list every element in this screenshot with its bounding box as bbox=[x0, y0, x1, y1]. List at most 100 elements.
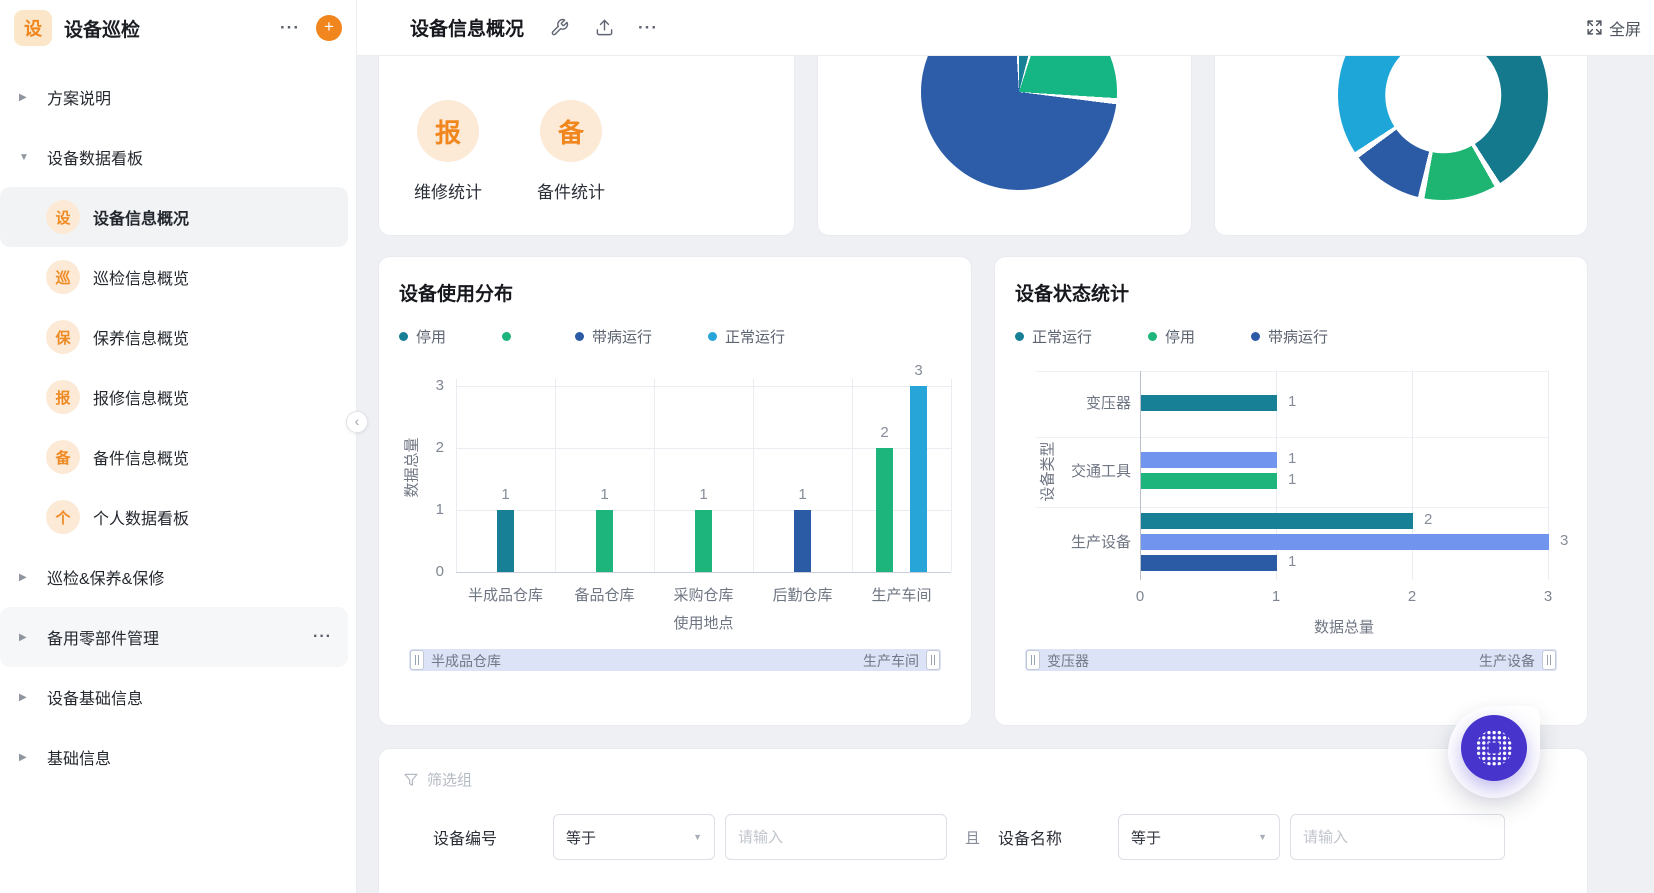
legend-label: 停用 bbox=[416, 329, 447, 346]
grid-line bbox=[753, 379, 754, 572]
sidebar-item-spare-parts-management[interactable]: ▶ 备用零部件管理 ··· bbox=[0, 607, 348, 667]
y-category-label: 交通工具 bbox=[1070, 462, 1131, 480]
sidebar-header: 设 设备巡检 ··· + bbox=[0, 0, 356, 56]
filter-condition-row: 设备编号 等于 ▼ 且 设备名称 等于 ▼ bbox=[403, 814, 1563, 860]
device-name-input[interactable] bbox=[1290, 814, 1506, 860]
device-code-input[interactable] bbox=[725, 814, 948, 860]
datazoom-handle-right[interactable] bbox=[1542, 650, 1556, 670]
spare-stats-shortcut[interactable]: 备 备件统计 bbox=[529, 100, 613, 203]
grid-line bbox=[951, 379, 952, 572]
slider-start-label: 变压器 bbox=[1047, 653, 1089, 669]
sidebar-item-device-info-overview[interactable]: 设 设备信息概况 bbox=[0, 187, 348, 247]
bar[interactable] bbox=[1141, 533, 1549, 550]
y-category-label: 变压器 bbox=[1085, 395, 1131, 412]
filter-group-card: 筛选组 设备编号 等于 ▼ 且 设备名称 等于 ▼ bbox=[378, 748, 1588, 893]
grid-line bbox=[456, 379, 457, 572]
legend-item[interactable]: 停用 bbox=[1148, 326, 1195, 347]
bar[interactable] bbox=[1141, 452, 1277, 468]
bar[interactable] bbox=[1141, 512, 1413, 529]
sidebar-item-scheme-description[interactable]: ▶ 方案说明 bbox=[0, 67, 356, 127]
spare-stat-icon: 备 bbox=[540, 100, 602, 162]
datazoom-handle-right[interactable] bbox=[926, 650, 940, 670]
bar[interactable] bbox=[794, 510, 811, 572]
bar[interactable] bbox=[876, 448, 893, 572]
page-header: 设备信息概况 ··· 全屏 bbox=[357, 0, 1654, 56]
funnel-icon bbox=[404, 773, 418, 786]
sidebar-item-label: 保养信息概览 bbox=[93, 331, 190, 348]
y-axis-title: 设备类型 bbox=[1039, 441, 1057, 502]
sidebar-item-repair-info[interactable]: 报 报修信息概览 bbox=[0, 367, 356, 427]
workspace-logo-icon: 设 bbox=[14, 10, 52, 46]
assistant-fab-button[interactable] bbox=[1461, 715, 1527, 781]
legend-item[interactable]: 停用 bbox=[399, 326, 446, 347]
dotted-ring-center bbox=[1488, 742, 1500, 754]
x-tick-label: 3 bbox=[1543, 588, 1553, 605]
sidebar-item-base-info[interactable]: ▶ 基础信息 bbox=[0, 727, 356, 787]
selected-operator: 等于 bbox=[1131, 829, 1162, 847]
selected-operator: 等于 bbox=[566, 829, 597, 847]
bar[interactable] bbox=[1141, 473, 1277, 489]
header-more-button[interactable]: ··· bbox=[638, 18, 658, 38]
usage-datazoom-slider[interactable]: 半成品仓库 生产车间 bbox=[409, 649, 941, 671]
legend-item[interactable]: 带病运行 bbox=[575, 326, 652, 347]
legend-item[interactable]: 正常运行 bbox=[1015, 326, 1092, 347]
bar[interactable] bbox=[1141, 395, 1277, 411]
repair-stats-shortcut[interactable]: 报 维修统计 bbox=[406, 100, 490, 203]
legend-item[interactable]: 带病运行 bbox=[1251, 326, 1328, 347]
datazoom-handle-left[interactable] bbox=[1026, 650, 1040, 670]
sidebar-item-device-dashboard[interactable]: ▼ 设备数据看板 bbox=[0, 127, 356, 187]
sidebar-item-label: 备件信息概览 bbox=[93, 451, 190, 468]
filter-group-header: 筛选组 bbox=[403, 769, 1563, 790]
sidebar-item-personal-dashboard[interactable]: 个 个人数据看板 bbox=[0, 487, 356, 547]
sidebar-more-button[interactable]: ··· bbox=[280, 18, 300, 38]
workspace-title: 设备巡检 bbox=[64, 19, 141, 41]
slider-end-label: 生产车间 bbox=[863, 653, 919, 669]
spare-badge-icon: 备 bbox=[46, 440, 80, 474]
sidebar-item-label: 设备数据看板 bbox=[47, 151, 144, 168]
datazoom-handle-left[interactable] bbox=[410, 650, 424, 670]
chart-title: 设备状态统计 bbox=[1015, 284, 1130, 305]
sidebar-item-label: 方案说明 bbox=[47, 91, 112, 108]
sidebar-item-device-base-info[interactable]: ▶ 设备基础信息 bbox=[0, 667, 356, 727]
add-button[interactable]: + bbox=[316, 15, 342, 41]
settings-wrench-icon[interactable] bbox=[550, 18, 569, 37]
page-title: 设备信息概况 bbox=[410, 19, 525, 40]
bar-value-label: 3 bbox=[914, 362, 923, 379]
bar[interactable] bbox=[1141, 554, 1277, 571]
x-tick-label: 0 bbox=[1135, 588, 1145, 605]
operator-select-device-code[interactable]: 等于 ▼ bbox=[553, 814, 716, 860]
bar[interactable] bbox=[695, 510, 712, 572]
device-badge-icon: 设 bbox=[46, 200, 80, 234]
operator-select-device-name[interactable]: 等于 ▼ bbox=[1118, 814, 1281, 860]
fullscreen-button[interactable]: 全屏 bbox=[1586, 16, 1641, 40]
grip-icon bbox=[931, 655, 935, 665]
legend-dot-icon bbox=[708, 332, 718, 341]
bar[interactable] bbox=[910, 386, 927, 572]
repair-stat-icon: 报 bbox=[417, 100, 479, 162]
sidebar-item-maintenance-info[interactable]: 保 保养信息概览 bbox=[0, 307, 356, 367]
bar[interactable] bbox=[596, 510, 613, 572]
legend-item[interactable]: 正常运行 bbox=[708, 326, 785, 347]
status-datazoom-slider[interactable]: 变压器 生产设备 bbox=[1025, 649, 1557, 671]
sidebar-item-spare-parts-info[interactable]: 备 备件信息概览 bbox=[0, 427, 356, 487]
usage-distribution-card: 设备使用分布 停用 带病运行 正常运行 0 1 2 3 数据总量 1 半成品仓库 1 备品仓库 1 采购… bbox=[378, 256, 972, 726]
assistant-fab-container bbox=[1448, 706, 1540, 798]
bar[interactable] bbox=[497, 510, 514, 572]
sidebar-item-label: 基础信息 bbox=[47, 751, 112, 768]
export-upload-icon[interactable] bbox=[595, 18, 614, 37]
sidebar-item-inspection-info[interactable]: 巡 巡检信息概览 bbox=[0, 247, 356, 307]
sidebar-item-inspection-maintenance-repair[interactable]: ▶ 巡检&保养&保修 bbox=[0, 547, 356, 607]
y-axis-title: 数据总量 bbox=[403, 437, 421, 498]
donut-chart[interactable] bbox=[1338, 56, 1548, 200]
x-axis-title: 数据总量 bbox=[1313, 619, 1374, 636]
y-category-label: 生产设备 bbox=[1070, 533, 1131, 551]
sidebar-item-label: 巡检信息概览 bbox=[93, 271, 190, 288]
group-more-button[interactable]: ··· bbox=[313, 628, 332, 646]
sidebar-item-label: 巡检&保养&保修 bbox=[47, 571, 165, 588]
legend-label: 停用 bbox=[1165, 329, 1196, 346]
pie-chart[interactable] bbox=[921, 56, 1117, 190]
y-tick-label: 3 bbox=[435, 377, 444, 394]
legend-item[interactable] bbox=[502, 332, 519, 341]
bar-value-label: 1 bbox=[1288, 393, 1297, 410]
sidebar-collapse-button[interactable]: ‹ bbox=[346, 411, 368, 433]
